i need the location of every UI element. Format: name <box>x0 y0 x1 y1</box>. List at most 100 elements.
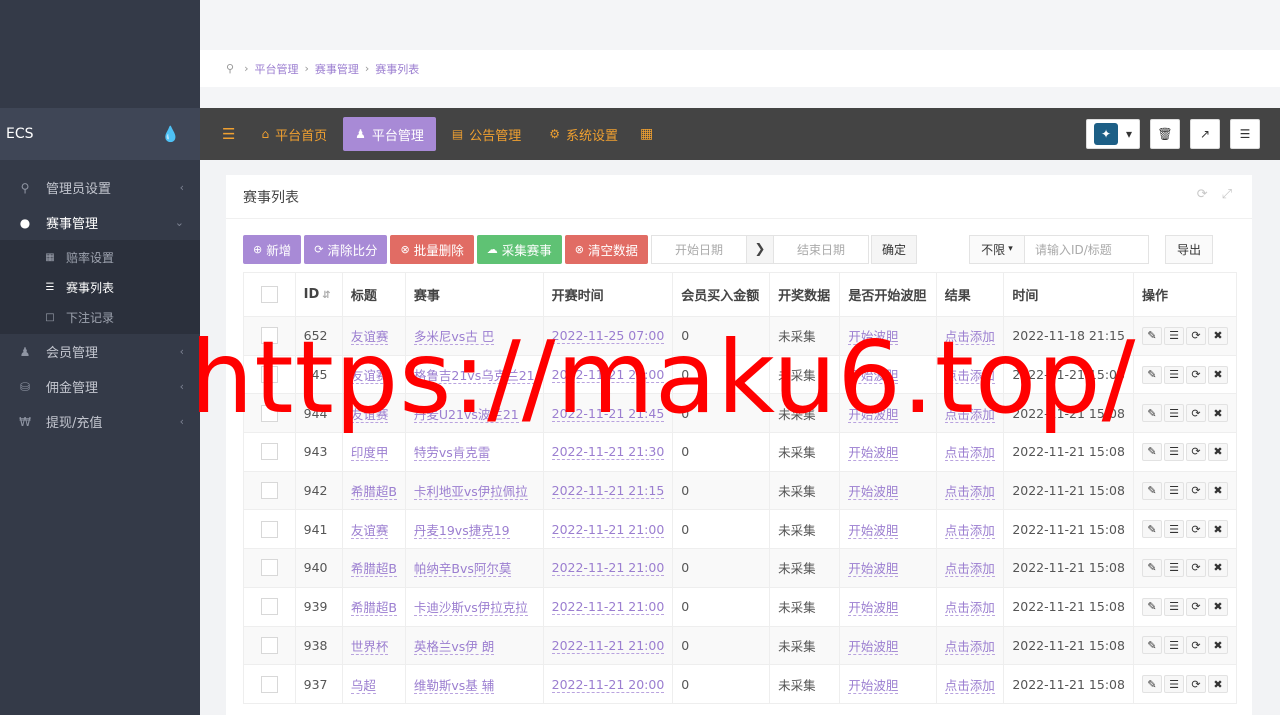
close-icon[interactable]: ✖ <box>1208 675 1228 694</box>
cell-match[interactable]: 多米尼vs古 巴 <box>413 329 495 346</box>
close-icon[interactable]: ✖ <box>1208 442 1228 461</box>
cell-title[interactable]: 希腊超B <box>350 600 397 617</box>
cell-start-time[interactable]: 2022-11-25 07:00 <box>551 328 665 345</box>
edit-icon[interactable]: ✎ <box>1142 481 1162 500</box>
list-icon[interactable]: ☰ <box>1164 597 1184 616</box>
cell-start-time[interactable]: 2022-11-21 20:00 <box>551 676 665 693</box>
start-bodan-link[interactable]: 开始波胆 <box>848 561 899 578</box>
clear-score-button[interactable]: ⟳ 清除比分 <box>304 234 388 264</box>
cell-title[interactable]: 友谊赛 <box>350 406 389 423</box>
cell-match[interactable]: 特劳vs肯克雷 <box>413 445 491 462</box>
cell-title[interactable]: 友谊赛 <box>350 522 389 539</box>
close-icon[interactable]: ✖ <box>1208 558 1228 577</box>
add-result-link[interactable]: 点击添加 <box>944 484 995 501</box>
list-icon[interactable]: ☰ <box>1164 442 1184 461</box>
add-result-link[interactable]: 点击添加 <box>944 677 995 694</box>
edit-icon[interactable]: ✎ <box>1142 597 1162 616</box>
start-bodan-link[interactable]: 开始波胆 <box>848 329 899 346</box>
list-icon[interactable]: ☰ <box>1164 326 1184 345</box>
cell-match[interactable]: 卡迪沙斯vs伊拉克拉 <box>413 600 528 617</box>
clear-data-button[interactable]: ⊗ 清空数据 <box>564 234 648 264</box>
search-input[interactable]: 请输入ID/标题 <box>1024 234 1149 264</box>
close-icon[interactable]: ✖ <box>1208 520 1228 539</box>
add-result-link[interactable]: 点击添加 <box>944 522 995 539</box>
row-checkbox[interactable] <box>260 327 278 345</box>
row-checkbox[interactable] <box>260 482 278 500</box>
refresh-icon[interactable]: ⟳ <box>1186 520 1206 539</box>
cell-title[interactable]: 乌超 <box>350 677 376 694</box>
add-result-link[interactable]: 点击添加 <box>944 406 995 423</box>
add-result-link[interactable]: 点击添加 <box>944 638 995 655</box>
list-icon[interactable]: ☰ <box>1164 404 1184 423</box>
sidebar-item-matches[interactable]: ● 赛事管理 ⌄ <box>0 205 200 240</box>
cell-match[interactable]: 格鲁吉21vs乌克兰21 <box>413 368 535 385</box>
menu-toggle-icon[interactable]: ☰ <box>216 117 245 151</box>
edit-icon[interactable]: ✎ <box>1142 636 1162 655</box>
list-icon[interactable]: ☰ <box>1164 365 1184 384</box>
cell-title[interactable]: 世界杯 <box>350 638 389 655</box>
edit-icon[interactable]: ✎ <box>1142 442 1162 461</box>
end-date-input[interactable]: 结束日期 <box>772 234 869 264</box>
nav-home[interactable]: ⌂ 平台首页 <box>249 117 339 151</box>
add-result-link[interactable]: 点击添加 <box>944 329 995 346</box>
sidebar-subitem-match-list[interactable]: ☰ 赛事列表 <box>0 272 200 302</box>
row-checkbox[interactable] <box>260 636 278 654</box>
refresh-icon[interactable]: ⟳ <box>1186 404 1206 423</box>
cell-title[interactable]: 希腊超B <box>350 561 397 578</box>
close-icon[interactable]: ✖ <box>1208 365 1228 384</box>
cell-start-time[interactable]: 2022-11-21 21:15 <box>551 483 665 500</box>
start-date-input[interactable]: 开始日期 <box>650 234 747 264</box>
refresh-icon[interactable]: ⟳ <box>1186 481 1206 500</box>
panel-button[interactable]: ☰ <box>1230 119 1260 149</box>
cell-title[interactable]: 希腊超B <box>350 484 397 501</box>
collect-button[interactable]: ☁ 采集赛事 <box>476 234 562 264</box>
list-icon[interactable]: ☰ <box>1164 636 1184 655</box>
nav-notice[interactable]: ▤ 公告管理 <box>440 117 533 151</box>
add-result-link[interactable]: 点击添加 <box>944 561 995 578</box>
refresh-icon[interactable]: ⟳ <box>1186 558 1206 577</box>
cell-match[interactable]: 帕纳辛Bvs阿尔莫 <box>413 561 512 578</box>
col-id[interactable]: ID ⇵ <box>294 272 343 317</box>
add-button[interactable]: ⊕ 新增 <box>243 234 302 264</box>
row-checkbox[interactable] <box>260 598 278 616</box>
add-result-link[interactable]: 点击添加 <box>944 600 995 617</box>
cell-title[interactable]: 友谊赛 <box>350 329 389 346</box>
row-checkbox[interactable] <box>260 366 278 384</box>
sort-icon[interactable]: ⇵ <box>322 290 330 301</box>
sidebar-item-members[interactable]: ♟ 会员管理 ‹ <box>0 334 200 369</box>
list-icon[interactable]: ☰ <box>1164 558 1184 577</box>
cell-title[interactable]: 印度甲 <box>350 445 389 462</box>
close-icon[interactable]: ✖ <box>1208 481 1228 500</box>
row-checkbox[interactable] <box>260 443 278 461</box>
refresh-icon[interactable]: ⟳ <box>1197 187 1208 202</box>
refresh-icon[interactable]: ⟳ <box>1186 597 1206 616</box>
cell-title[interactable]: 友谊赛 <box>350 368 389 385</box>
refresh-icon[interactable]: ⟳ <box>1186 326 1206 345</box>
start-bodan-link[interactable]: 开始波胆 <box>848 445 899 462</box>
sidebar-item-admin[interactable]: ⚲ 管理员设置 ‹ <box>0 170 200 205</box>
cell-start-time[interactable]: 2022-11-21 21:00 <box>551 560 665 577</box>
cell-match[interactable]: 卡利地亚vs伊拉佩拉 <box>413 484 528 501</box>
trash-button[interactable]: 🗑 <box>1150 119 1180 149</box>
add-result-link[interactable]: 点击添加 <box>944 368 995 385</box>
cell-match[interactable]: 英格兰vs伊 朗 <box>413 638 495 655</box>
sidebar-item-commission[interactable]: ⛁ 佣金管理 ‹ <box>0 369 200 404</box>
cell-start-time[interactable]: 2022-11-21 21:00 <box>551 637 665 654</box>
batch-delete-button[interactable]: ⊗ 批量删除 <box>390 234 474 264</box>
start-bodan-link[interactable]: 开始波胆 <box>848 406 899 423</box>
refresh-icon[interactable]: ⟳ <box>1186 675 1206 694</box>
cell-start-time[interactable]: 2022-11-21 21:45 <box>551 405 665 422</box>
edit-icon[interactable]: ✎ <box>1142 404 1162 423</box>
drop-icon[interactable]: 💧 <box>161 125 180 143</box>
cell-start-time[interactable]: 2022-11-21 22:00 <box>551 367 665 384</box>
export-button[interactable]: 导出 <box>1164 234 1213 264</box>
select-all-checkbox[interactable] <box>260 286 278 303</box>
add-result-link[interactable]: 点击添加 <box>944 445 995 462</box>
sidebar-subitem-bets[interactable]: □ 下注记录 <box>0 302 200 332</box>
sidebar-subitem-odds[interactable]: ▦ 赔率设置 <box>0 242 200 272</box>
cell-start-time[interactable]: 2022-11-21 21:00 <box>551 521 665 538</box>
list-icon[interactable]: ☰ <box>1164 520 1184 539</box>
start-bodan-link[interactable]: 开始波胆 <box>848 638 899 655</box>
edit-icon[interactable]: ✎ <box>1142 558 1162 577</box>
edit-icon[interactable]: ✎ <box>1142 675 1162 694</box>
